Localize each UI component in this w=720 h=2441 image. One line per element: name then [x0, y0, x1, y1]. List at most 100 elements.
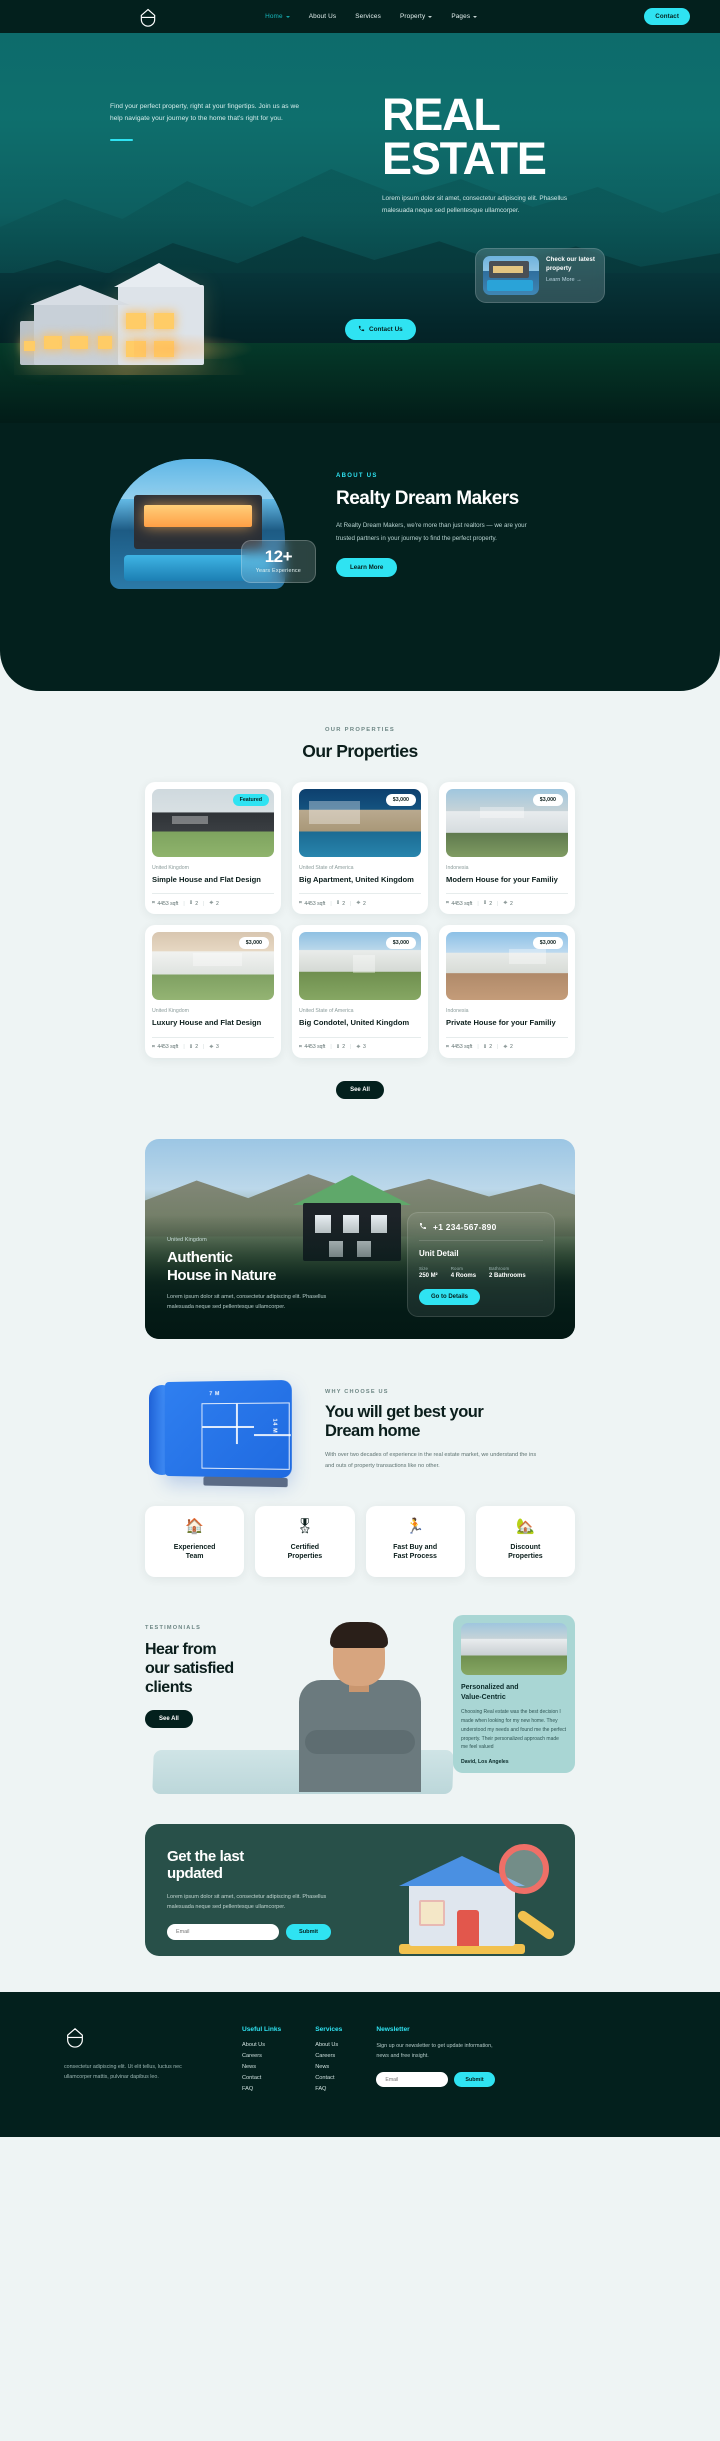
footer-submit-button[interactable]: Submit [454, 2072, 495, 2088]
footer-link[interactable]: Careers [242, 2053, 281, 2059]
why-eyebrow: WHY CHOOSE US [325, 1388, 389, 1395]
property-baths: 2 [509, 1044, 513, 1050]
feature-card-certified-properties[interactable]: 🎖 Certified Properties [255, 1505, 355, 1577]
feature-label-line2: Properties [287, 1553, 323, 1561]
unit-specs: Size 250 M² Room 4 Rooms Bathroom 2 Bath… [419, 1266, 543, 1279]
latest-property-learn-more-link[interactable]: Learn More → [546, 277, 597, 283]
about-learn-more-button[interactable]: Learn More [336, 557, 398, 577]
footer-link[interactable]: News [242, 2064, 281, 2070]
about-text: ABOUT US Realty Dream Makers At Realty D… [336, 459, 566, 577]
property-card[interactable]: $3,000 United State of America Big Condo… [292, 925, 428, 1058]
property-meta: ⌗ 4453 sqft | ⌷ 2 | ⎈ 3 [152, 1043, 219, 1051]
footer-link[interactable]: FAQ [242, 2086, 281, 2092]
spec-value: 4 Rooms [450, 1272, 477, 1279]
testimonials-section: TESTIMONIALS Hear from our satisfied cli… [145, 1614, 575, 1794]
property-card[interactable]: Featured United Kingdom Simple House and… [145, 782, 281, 915]
property-meta: ⌗ 4453 sqft | ⌷ 2 | ⎈ 2 [446, 900, 513, 907]
newsletter-submit-button[interactable]: Submit [286, 1923, 331, 1940]
property-card[interactable]: $3,000 Indonesia Modern House for your F… [439, 782, 575, 915]
property-image: $3,000 [152, 932, 274, 1001]
testimonials-heading-block: TESTIMONIALS Hear from our satisfied cli… [145, 1625, 295, 1729]
hero-title-line1: REAL [382, 89, 501, 140]
about-section: 12+ Years Experience ABOUT US Realty Dre… [0, 423, 720, 651]
property-beds: 2 [489, 900, 493, 907]
newsletter-form: Submit [167, 1923, 382, 1940]
property-title: Big Apartment, United Kingdom [299, 875, 414, 884]
footer-newsletter-form: Submit [376, 2072, 506, 2088]
property-image: $3,000 [446, 932, 568, 1001]
property-baths: 2 [215, 900, 219, 907]
house-logo-icon[interactable] [138, 7, 158, 27]
newsletter-house-illustration [385, 1838, 557, 1956]
footer-link[interactable]: Careers [315, 2053, 342, 2059]
nav-item-pages[interactable]: Pages [451, 13, 478, 20]
footer-link[interactable]: News [315, 2064, 342, 2070]
go-to-details-button[interactable]: Go to Details [419, 1288, 481, 1305]
nav-item-home[interactable]: Home [265, 13, 290, 20]
hero-title-line2: ESTATE [382, 132, 547, 184]
property-card-grid: Featured United Kingdom Simple House and… [145, 782, 575, 1058]
why-title-line2: Dream home [325, 1421, 420, 1440]
hero-banner: Find your perfect property, right at you… [0, 33, 720, 423]
footer-link[interactable]: FAQ [315, 2086, 342, 2092]
footer-newsletter-text: Sign up our newsletter to get update inf… [376, 2042, 493, 2059]
footer-newsletter-heading: Newsletter [376, 2025, 410, 2033]
property-card[interactable]: $3,000 United State of America Big Apart… [292, 782, 428, 915]
property-baths: 3 [362, 1044, 366, 1050]
nav-label: Property [399, 13, 426, 20]
house-logo-icon[interactable] [64, 2026, 86, 2048]
property-image: $3,000 [299, 932, 421, 1001]
newsletter-email-input[interactable] [167, 1923, 279, 1940]
area-icon: ⌗ [299, 900, 302, 907]
spec-key: Room [450, 1265, 463, 1271]
testimonials-see-all-button[interactable]: See All [145, 1710, 193, 1729]
property-tag: $3,000 [532, 794, 563, 806]
footer-link[interactable]: About Us [315, 2042, 342, 2048]
feature-card-discount-properties[interactable]: 🏡 Discount Properties [475, 1505, 575, 1577]
nav-label: Services [355, 13, 381, 20]
property-title: Modern House for your Familiy [446, 875, 558, 884]
authentic-phone-row[interactable]: +1 234-567-890 [419, 1222, 543, 1241]
property-meta: ⌗ 4453 sqft | ⌷ 2 | ⎈ 3 [299, 1043, 366, 1051]
testimonials-eyebrow: TESTIMONIALS [145, 1624, 202, 1631]
property-card[interactable]: $3,000 United Kingdom Luxury House and F… [145, 925, 281, 1058]
footer-link[interactable]: Contact [242, 2075, 281, 2081]
nav-item-services[interactable]: Services [355, 13, 381, 20]
property-meta: ⌗ 4453 sqft | ⌷ 2 | ⎈ 2 [152, 900, 219, 907]
bed-icon: ⌷ [336, 900, 340, 907]
property-tag: Featured [232, 794, 269, 806]
bath-icon: ⎈ [209, 1043, 214, 1050]
property-tag: $3,000 [238, 937, 269, 950]
hero-left-text: Find your perfect property, right at you… [110, 101, 300, 142]
latest-property-card[interactable]: Check our latest property Learn More → [475, 248, 605, 303]
property-location: United Kingdom [152, 1008, 189, 1015]
property-location: Indonesia [446, 865, 469, 871]
feature-card-fast-process[interactable]: 🏃 Fast Buy and Fast Process [365, 1505, 465, 1577]
feature-card-experienced-team[interactable]: 🏠 Experienced Team [145, 1505, 245, 1577]
authentic-house-section: United Kingdom Authentic House in Nature… [145, 1138, 575, 1339]
newsletter-title-line1: Get the last [167, 1847, 244, 1865]
properties-see-all-button[interactable]: See All [336, 1080, 384, 1099]
footer-column-services: Services About Us Careers News Contact F… [315, 2026, 342, 2097]
hero-contact-us-button[interactable]: Contact Us [345, 319, 416, 340]
nav-item-about-us[interactable]: About Us [309, 13, 337, 20]
nav-item-property[interactable]: Property [399, 13, 433, 20]
area-icon: ⌗ [299, 1043, 302, 1050]
feature-label-line2: Fast Process [393, 1553, 437, 1561]
property-image: Featured [152, 789, 274, 857]
nav-contact-button[interactable]: Contact [644, 8, 690, 25]
unit-spec-size: Size 250 M² [419, 1266, 438, 1279]
chevron-down-icon [428, 15, 433, 18]
testimonial-card: Personalized and Value-Centric Choosing … [453, 1614, 575, 1774]
property-beds: 2 [195, 900, 199, 907]
footer-brand: consectetur adipiscing elit. Ut elit tel… [64, 2026, 234, 2097]
footer-email-input[interactable] [376, 2072, 449, 2088]
property-card[interactable]: $3,000 Indonesia Private House for your … [439, 925, 575, 1058]
latest-property-title: Check our latest property [546, 256, 595, 272]
footer-link[interactable]: About Us [242, 2042, 281, 2048]
nav-label: Pages [451, 13, 471, 20]
property-baths: 2 [362, 900, 366, 907]
why-choose-us-section: 7 M 14 M WHY CHOOSE US You will get best… [145, 1373, 575, 1488]
footer-link[interactable]: Contact [315, 2075, 342, 2081]
bath-icon: ⎈ [356, 1043, 361, 1050]
